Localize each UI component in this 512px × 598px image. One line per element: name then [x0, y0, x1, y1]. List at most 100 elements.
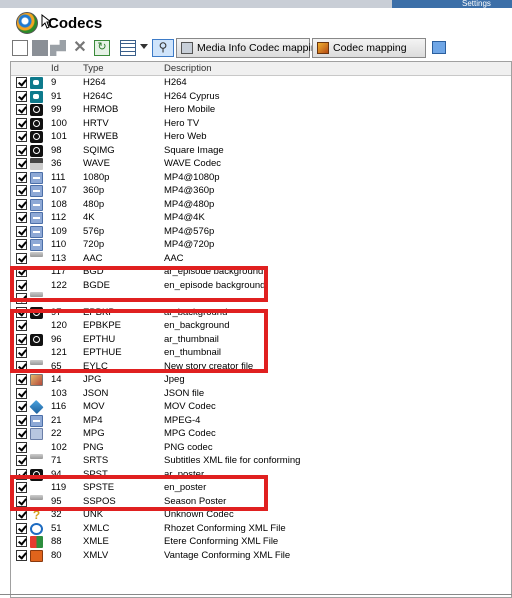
cell-id: 51: [51, 522, 62, 534]
table-row[interactable]: 111 1080p MP4@1080p: [11, 171, 511, 185]
row-checkbox[interactable]: [16, 252, 27, 264]
refresh-icon[interactable]: ↻: [94, 40, 110, 56]
column-header-description[interactable]: Description: [164, 63, 212, 74]
table-row[interactable]: 22 MPG MPG Codec: [11, 427, 511, 441]
cell-id: 9: [51, 77, 57, 88]
table-row[interactable]: 99 HRMOB Hero Mobile: [11, 103, 511, 117]
row-checkbox[interactable]: [16, 522, 27, 534]
table-row[interactable]: 110 720p MP4@720p: [11, 238, 511, 252]
row-checkbox[interactable]: [16, 441, 27, 453]
table-row[interactable]: 101 HRWEB Hero Web: [11, 130, 511, 144]
cell-id: 88: [51, 536, 62, 547]
table-row[interactable]: 80 XMLV Vantage Conforming XML File: [11, 549, 511, 563]
cell-desc: Jpeg: [164, 374, 185, 385]
table-row[interactable]: 112 4K MP4@4K: [11, 211, 511, 225]
cell-id: 98: [51, 144, 62, 156]
row-checkbox[interactable]: [16, 401, 27, 412]
cell-type: H264C: [83, 90, 113, 102]
media-info-icon: [181, 42, 193, 54]
cell-type: MP4: [83, 414, 103, 426]
table-row[interactable]: 103 JSON JSON file: [11, 387, 511, 401]
table-row[interactable]: 108 480p MP4@480p: [11, 198, 511, 212]
cell-id: 80: [51, 549, 62, 561]
row-checkbox[interactable]: [16, 536, 27, 547]
row-checkbox[interactable]: [16, 549, 27, 561]
row-checkbox[interactable]: [16, 387, 27, 399]
table-row[interactable]: 14 JPG Jpeg: [11, 373, 511, 387]
cell-desc: MPEG-4: [164, 414, 201, 426]
new-file-icon[interactable]: [12, 40, 28, 56]
cell-desc: MP4@576p: [164, 225, 215, 237]
mp4-icon: [30, 239, 43, 251]
row-checkbox[interactable]: [16, 117, 27, 129]
cell-type: MOV: [83, 401, 105, 412]
table-row[interactable]: 9 H264 H264: [11, 76, 511, 90]
row-checkbox[interactable]: [16, 131, 27, 142]
table-row[interactable]: 116 MOV MOV Codec: [11, 399, 511, 415]
column-header-type[interactable]: Type: [83, 63, 104, 74]
table-row[interactable]: 100 HRTV Hero TV: [11, 117, 511, 131]
top-strip: Settings: [0, 0, 512, 8]
cell-id: 21: [51, 414, 62, 426]
table-row[interactable]: 113 AAC AAC: [11, 251, 511, 266]
table-row[interactable]: 102 PNG PNG codec: [11, 441, 511, 455]
cell-type: HRMOB: [83, 104, 119, 115]
row-checkbox[interactable]: [16, 104, 27, 115]
codec-mapping-icon: [317, 42, 329, 54]
grid-view-icon[interactable]: [120, 40, 136, 56]
cell-desc: MP4@360p: [164, 185, 215, 196]
table-row[interactable]: 51 XMLC Rhozet Conforming XML File: [11, 522, 511, 536]
table-row[interactable]: 36 WAVE WAVE Codec: [11, 157, 511, 171]
save-icon[interactable]: [32, 40, 48, 56]
row-checkbox[interactable]: [16, 171, 27, 183]
row-checkbox[interactable]: [16, 212, 27, 223]
cell-id: 22: [51, 428, 62, 439]
export-icon[interactable]: [432, 41, 446, 54]
cell-type: H264: [83, 77, 106, 88]
chevron-down-icon[interactable]: [140, 44, 148, 49]
camera-icon: [30, 131, 43, 143]
row-checkbox[interactable]: [16, 239, 27, 250]
cell-type: 1080p: [83, 171, 110, 183]
cell-desc: PNG codec: [164, 441, 213, 453]
toolbar: ✕ ↻ ⚲ Media Info Codec mapping Codec map…: [8, 38, 512, 60]
camera-icon: [30, 117, 43, 130]
cell-desc: MOV Codec: [164, 401, 216, 412]
table-row[interactable]: 107 360p MP4@360p: [11, 184, 511, 198]
table-row[interactable]: 98 SQIMG Square Image: [11, 144, 511, 158]
table-row[interactable]: 71 SRTS Subtitles XML file for conforming: [11, 454, 511, 468]
cell-type: XMLV: [83, 549, 109, 561]
table-row[interactable]: 109 576p MP4@576p: [11, 225, 511, 239]
row-checkbox[interactable]: [16, 198, 27, 210]
cell-desc: MP4@1080p: [164, 171, 220, 183]
cell-type: 360p: [83, 185, 105, 196]
copy-icon[interactable]: [50, 40, 66, 56]
row-checkbox[interactable]: [16, 77, 27, 88]
media-info-codec-mapping-button[interactable]: Media Info Codec mapping: [176, 38, 323, 58]
table-row[interactable]: 88 XMLE Etere Conforming XML File: [11, 535, 511, 549]
media-info-codec-mapping-label: Media Info Codec mapping: [197, 42, 323, 54]
table-row[interactable]: 91 H264C H264 Cyprus: [11, 90, 511, 104]
row-checkbox[interactable]: [16, 374, 27, 385]
cell-type: XMLE: [83, 536, 109, 547]
cell-desc: JSON file: [164, 387, 205, 399]
cell-type: SQIMG: [83, 144, 115, 156]
row-checkbox[interactable]: [16, 185, 27, 196]
filter-icon[interactable]: ⚲: [152, 39, 174, 57]
row-checkbox[interactable]: [16, 428, 27, 439]
cell-desc: Etere Conforming XML File: [164, 536, 279, 547]
cell-id: 116: [51, 401, 67, 412]
row-checkbox[interactable]: [16, 90, 27, 102]
row-checkbox[interactable]: [16, 144, 27, 156]
cell-id: 108: [51, 198, 67, 210]
table-row[interactable]: 21 MP4 MPEG-4: [11, 414, 511, 428]
delete-icon[interactable]: ✕: [72, 40, 88, 56]
row-checkbox[interactable]: [16, 225, 27, 237]
row-checkbox[interactable]: [16, 158, 27, 169]
title-bar: Codecs: [0, 8, 512, 38]
cell-type: MPG: [83, 428, 105, 439]
codec-mapping-button[interactable]: Codec mapping: [312, 38, 426, 58]
row-checkbox[interactable]: [16, 414, 27, 426]
column-header-id[interactable]: Id: [51, 63, 59, 74]
row-checkbox[interactable]: [16, 455, 27, 466]
